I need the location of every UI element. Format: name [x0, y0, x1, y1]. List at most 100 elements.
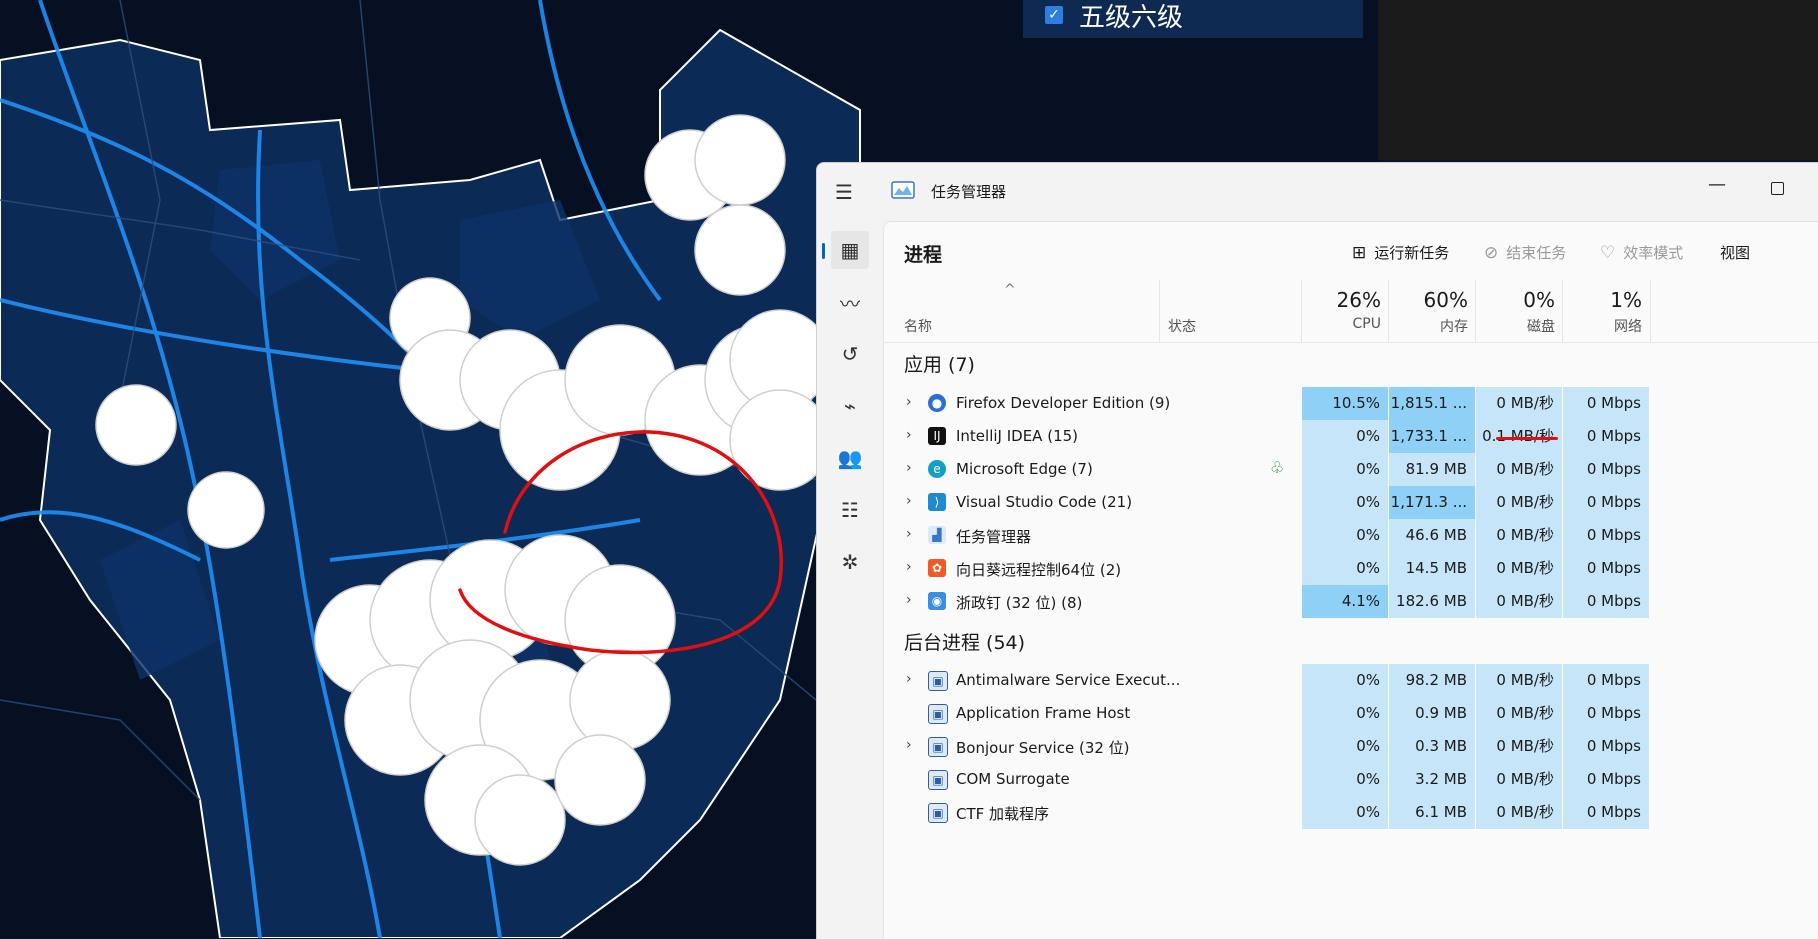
- nav-performance-icon[interactable]: 〰: [831, 283, 869, 321]
- net-cell: 0 Mbps: [1563, 519, 1649, 552]
- process-row[interactable]: › ● Firefox Developer Edition (9) 10.5% …: [884, 387, 1818, 420]
- view-button[interactable]: 视图: [1720, 242, 1750, 263]
- net-cell: 0 Mbps: [1563, 486, 1649, 519]
- process-row[interactable]: › ⟩ Visual Studio Code (21) 0% 1,171.3 .…: [884, 486, 1818, 519]
- end-task-icon: ⊘: [1484, 242, 1499, 263]
- run-new-task-button[interactable]: ⊞ 运行新任务: [1352, 242, 1449, 263]
- nav-processes-icon[interactable]: ▦: [822, 231, 869, 269]
- process-name: CTF 加载程序: [956, 805, 1050, 823]
- nav-startup-icon[interactable]: ⌁: [831, 387, 869, 425]
- net-cell: 0 Mbps: [1563, 796, 1649, 829]
- process-row[interactable]: › ✿ 向日葵远程控制64位 (2) 0% 14.5 MB 0 MB/秒 0 M…: [884, 552, 1818, 585]
- expand-chevron-icon[interactable]: ›: [906, 671, 912, 687]
- nav-app-history-icon[interactable]: ↺: [831, 335, 869, 373]
- expand-chevron-icon[interactable]: ›: [906, 493, 912, 509]
- process-row[interactable]: › ◉ 浙政钉 (32 位) (8) 4.1% 182.6 MB 0 MB/秒 …: [884, 585, 1818, 618]
- expand-chevron-icon[interactable]: ›: [906, 460, 912, 476]
- run-new-task-icon: ⊞: [1352, 242, 1367, 263]
- service-window-icon: ▣: [928, 671, 948, 691]
- hamburger-menu-icon[interactable]: ☰: [831, 179, 857, 205]
- expand-chevron-icon[interactable]: ›: [906, 427, 912, 443]
- process-name: Microsoft Edge (7): [956, 460, 1093, 478]
- net-cell: 0 Mbps: [1563, 697, 1649, 730]
- checkbox-checked-icon[interactable]: ✓: [1045, 6, 1063, 24]
- process-name: Antimalware Service Execut...: [956, 671, 1181, 689]
- process-name: IntelliJ IDEA (15): [956, 427, 1079, 445]
- col-disk-header[interactable]: 0% 磁盘: [1475, 280, 1563, 342]
- vscode-icon: ⟩: [928, 493, 946, 511]
- col-cpu-header[interactable]: 26% CPU: [1301, 280, 1389, 342]
- expand-chevron-icon[interactable]: ›: [906, 737, 912, 753]
- title-bar[interactable]: ☰ 任务管理器 —: [817, 163, 1818, 221]
- disk-cell: 0 MB/秒: [1476, 664, 1562, 697]
- group-background-header[interactable]: 后台进程 (54): [904, 628, 1025, 655]
- disk-cell: 0 MB/秒: [1476, 486, 1562, 519]
- col-net-header[interactable]: 1% 网络: [1562, 280, 1651, 342]
- nav-details-icon[interactable]: ☷: [831, 491, 869, 529]
- net-total-pct: 1%: [1610, 288, 1642, 312]
- expand-chevron-icon[interactable]: ›: [906, 526, 912, 542]
- net-cell: 0 Mbps: [1563, 453, 1649, 486]
- end-task-button[interactable]: ⊘ 结束任务: [1484, 242, 1566, 263]
- net-cell: 0 Mbps: [1563, 585, 1649, 618]
- map-layer-toggle[interactable]: ✓ 五级六级: [1023, 0, 1363, 38]
- mem-cell: 1,815.1 ...: [1389, 387, 1475, 420]
- process-name: Application Frame Host: [956, 704, 1131, 722]
- expand-chevron-icon[interactable]: ›: [906, 592, 912, 608]
- minimize-button[interactable]: —: [1697, 173, 1737, 203]
- efficiency-mode-button[interactable]: ♡ 效率模式: [1600, 242, 1683, 263]
- nav-users-icon[interactable]: 👥: [831, 439, 869, 477]
- disk-cell: 0 MB/秒: [1476, 453, 1562, 486]
- disk-cell: 0 MB/秒: [1476, 552, 1562, 585]
- cpu-total-pct: 26%: [1336, 288, 1381, 312]
- group-apps-header[interactable]: 应用 (7): [904, 350, 975, 377]
- cpu-cell: 0%: [1302, 697, 1388, 730]
- cpu-cell: 10.5%: [1302, 387, 1388, 420]
- process-row[interactable]: ▣ COM Surrogate 0% 3.2 MB 0 MB/秒 0 Mbps: [884, 763, 1818, 796]
- cpu-cell: 0%: [1302, 796, 1388, 829]
- layer-toggle-label: 五级六级: [1079, 2, 1184, 33]
- expand-chevron-icon[interactable]: ›: [906, 559, 912, 575]
- process-name: 任务管理器: [956, 528, 1032, 546]
- process-name: Visual Studio Code (21): [956, 493, 1133, 511]
- page-title: 进程: [904, 244, 943, 266]
- cpu-cell: 4.1%: [1302, 585, 1388, 618]
- process-name: Bonjour Service (32 位): [956, 739, 1130, 757]
- mem-cell: 98.2 MB: [1389, 664, 1475, 697]
- expand-chevron-icon[interactable]: ›: [906, 394, 912, 410]
- cpu-cell: 0%: [1302, 486, 1388, 519]
- disk-cell: 0 MB/秒: [1476, 697, 1562, 730]
- maximize-button[interactable]: [1757, 173, 1797, 203]
- process-row[interactable]: › IJ IntelliJ IDEA (15) 0% 1,733.1 ... 0…: [884, 420, 1818, 453]
- cpu-cell: 0%: [1302, 763, 1388, 796]
- cpu-cell: 0%: [1302, 730, 1388, 763]
- col-status-label: 状态: [1168, 319, 1196, 335]
- task-manager-window: ☰ 任务管理器 — ▦ 〰 ↺ ⌁ 👥 ☷ ✲ ⚙ 进程 ⊞ 运行新任务 ⊘ 结…: [816, 162, 1818, 939]
- cpu-cell: 0%: [1302, 552, 1388, 585]
- process-row[interactable]: › ▟ 任务管理器 0% 46.6 MB 0 MB/秒 0 Mbps: [884, 519, 1818, 552]
- disk-cell: 0 MB/秒: [1476, 763, 1562, 796]
- col-mem-header[interactable]: 60% 内存: [1388, 280, 1476, 342]
- process-name: Firefox Developer Edition (9): [956, 394, 1171, 412]
- command-bar: 进程 ⊞ 运行新任务 ⊘ 结束任务 ♡ 效率模式 视图: [884, 222, 1818, 280]
- mem-cell: 3.2 MB: [1389, 763, 1475, 796]
- col-name-label: 名称: [904, 319, 932, 335]
- nav-services-icon[interactable]: ✲: [831, 543, 869, 581]
- col-name-header[interactable]: ^ 名称: [884, 280, 1159, 342]
- process-row[interactable]: › ▣ Antimalware Service Execut... 0% 98.…: [884, 664, 1818, 697]
- mem-cell: 6.1 MB: [1389, 796, 1475, 829]
- process-row[interactable]: › ▣ Bonjour Service (32 位) 0% 0.3 MB 0 M…: [884, 730, 1818, 763]
- disk-total-pct: 0%: [1523, 288, 1555, 312]
- mem-cell: 14.5 MB: [1389, 552, 1475, 585]
- service-window-icon: ▣: [928, 803, 948, 823]
- process-row[interactable]: ▣ Application Frame Host 0% 0.9 MB 0 MB/…: [884, 697, 1818, 730]
- edge-icon: e: [928, 460, 946, 478]
- task-manager-icon: ▟: [928, 526, 946, 544]
- process-row[interactable]: › e Microsoft Edge (7) ♧ 0% 81.9 MB 0 MB…: [884, 453, 1818, 486]
- zhezhengding-icon: ◉: [928, 592, 946, 610]
- col-status-header[interactable]: 状态: [1159, 280, 1302, 342]
- cpu-cell: 0%: [1302, 519, 1388, 552]
- process-row[interactable]: ▣ CTF 加载程序 0% 6.1 MB 0 MB/秒 0 Mbps: [884, 796, 1818, 829]
- mem-cell: 0.3 MB: [1389, 730, 1475, 763]
- disk-cell: 0 MB/秒: [1476, 796, 1562, 829]
